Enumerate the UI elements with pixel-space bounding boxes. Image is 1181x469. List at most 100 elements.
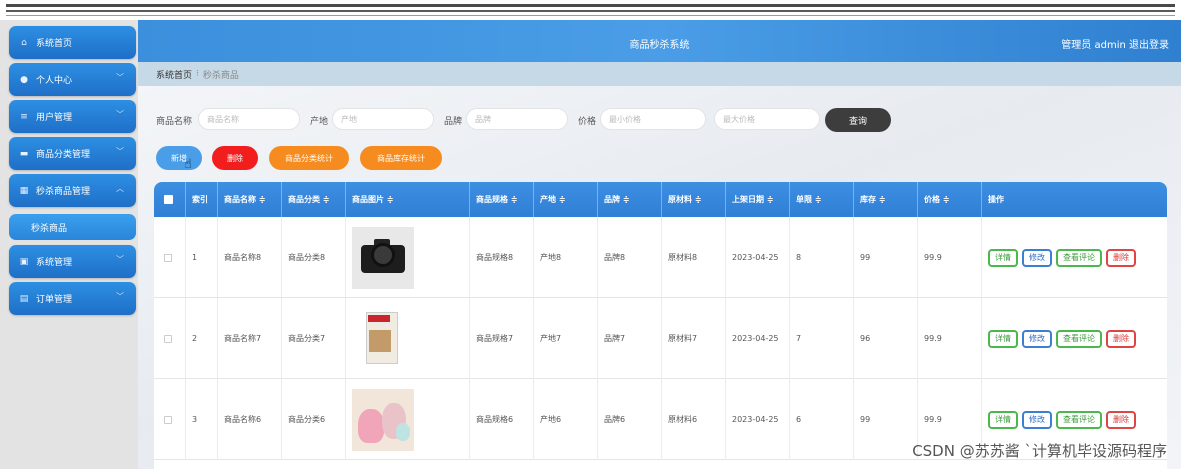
origin-search-input[interactable]: 产地: [332, 108, 434, 130]
col-date[interactable]: 上架日期 ≑: [726, 182, 790, 217]
watermark-text: CSDN @苏苏酱 `计算机毕设源码程序: [912, 442, 1167, 460]
edit-button[interactable]: 修改: [1022, 410, 1052, 429]
delete-button[interactable]: 删除: [212, 146, 258, 170]
window-frame: [0, 0, 1181, 20]
detail-button[interactable]: 详情: [988, 410, 1018, 429]
view-reviews-button[interactable]: 查看评论: [1056, 410, 1102, 429]
col-spec[interactable]: 商品规格 ≑: [470, 182, 534, 217]
min-price-input[interactable]: 最小价格: [600, 108, 706, 130]
table-row: 2 商品名称7 商品分类7 商品规格7 产地7 品牌7 原材料7 2023-04…: [154, 298, 1167, 379]
chevron-down-icon: ﹀: [116, 73, 124, 82]
query-button[interactable]: 查询: [825, 108, 891, 132]
add-button[interactable]: 新增: [156, 146, 202, 170]
col-index: 索引: [186, 182, 218, 217]
row-delete-button[interactable]: 删除: [1106, 248, 1136, 267]
detail-button[interactable]: 详情: [988, 248, 1018, 267]
cell-spec: 商品规格7: [470, 298, 534, 379]
brand-label: 品牌: [444, 117, 463, 127]
sidebar-item-user-management[interactable]: ≡ 用户管理 ﹀: [9, 100, 136, 133]
origin-label: 产地: [310, 117, 329, 127]
sidebar-item-system-management[interactable]: ▣ 系统管理 ﹀: [9, 245, 136, 278]
cell-stock: 99: [854, 379, 918, 460]
chevron-down-icon: ﹀: [116, 255, 124, 264]
cell-actions: 详情 修改 查看评论 删除: [982, 298, 1167, 379]
checkbox-icon: [164, 334, 172, 343]
col-material[interactable]: 原材料 ≑: [662, 182, 726, 217]
row-checkbox[interactable]: [154, 379, 186, 460]
edit-button[interactable]: 修改: [1022, 248, 1052, 267]
select-all-checkbox[interactable]: [154, 182, 186, 217]
sidebar-item-category-management[interactable]: ▬ 商品分类管理 ﹀: [9, 137, 136, 170]
sidebar-subitem-seckill-products[interactable]: 秒杀商品: [9, 214, 136, 240]
product-image-toys[interactable]: [352, 388, 414, 451]
edit-button[interactable]: 修改: [1022, 329, 1052, 348]
system-icon: ▣: [19, 256, 29, 267]
price-label: 价格: [578, 117, 597, 127]
cell-limit: 6: [790, 379, 854, 460]
col-stock[interactable]: 库存 ≑: [854, 182, 918, 217]
col-image[interactable]: 商品图片 ≑: [346, 182, 470, 217]
table-row: 1 商品名称8 商品分类8 商品规格8 产地8 品牌8 原材料8 2023-04…: [154, 217, 1167, 298]
grid-icon: ▦: [19, 185, 29, 196]
view-reviews-button[interactable]: 查看评论: [1056, 329, 1102, 348]
cell-brand: 品牌8: [598, 217, 662, 298]
cell-origin: 产地7: [534, 298, 598, 379]
detail-button[interactable]: 详情: [988, 329, 1018, 348]
logout-link[interactable]: 退出登录: [1129, 40, 1169, 51]
cell-date: 2023-04-25: [726, 379, 790, 460]
name-search-input[interactable]: 商品名称: [198, 108, 300, 130]
cell-category: 商品分类6: [282, 379, 346, 460]
chevron-down-icon: ﹀: [116, 147, 124, 156]
col-origin[interactable]: 产地 ≑: [534, 182, 598, 217]
col-category[interactable]: 商品分类 ≑: [282, 182, 346, 217]
list-icon: ≡: [20, 111, 28, 122]
row-delete-button[interactable]: 删除: [1106, 329, 1136, 348]
page-title: 商品秒杀系统: [629, 40, 690, 51]
breadcrumb-home[interactable]: 系统首页: [156, 68, 192, 81]
cell-origin: 产地8: [534, 217, 598, 298]
cell-brand: 品牌7: [598, 298, 662, 379]
col-limit[interactable]: 单限 ≑: [790, 182, 854, 217]
col-brand[interactable]: 品牌 ≑: [598, 182, 662, 217]
header-bar: 商品秒杀系统 管理员 admin 退出登录: [138, 20, 1181, 62]
cell-material: 原材料6: [662, 379, 726, 460]
product-image-camera[interactable]: [352, 226, 414, 289]
name-label: 商品名称: [156, 117, 193, 127]
sidebar-item-personal-center[interactable]: ● 个人中心 ﹀: [9, 63, 136, 96]
cell-date: 2023-04-25: [726, 298, 790, 379]
product-image-magazine[interactable]: [352, 307, 414, 370]
cell-category: 商品分类7: [282, 298, 346, 379]
sidebar-item-home[interactable]: ⌂ 系统首页: [9, 26, 136, 59]
cell-stock: 99: [854, 217, 918, 298]
view-reviews-button[interactable]: 查看评论: [1056, 248, 1102, 267]
col-name[interactable]: 商品名称 ≑: [218, 182, 282, 217]
cell-spec: 商品规格8: [470, 217, 534, 298]
home-icon: ⌂: [21, 37, 27, 48]
cell-index: 1: [186, 217, 218, 298]
breadcrumb: 系统首页 ⁝ 秒杀商品: [138, 62, 1181, 86]
sidebar-item-seckill-management[interactable]: ▦ 秒杀商品管理 ︿: [9, 174, 136, 207]
row-checkbox[interactable]: [154, 298, 186, 379]
header-user-area: 管理员 admin 退出登录: [1061, 36, 1169, 51]
brand-search-input[interactable]: 品牌: [466, 108, 568, 130]
row-delete-button[interactable]: 删除: [1106, 410, 1136, 429]
sidebar-item-order-management[interactable]: ▤ 订单管理 ﹀: [9, 282, 136, 315]
sidebar-item-label: 商品分类管理: [36, 150, 91, 160]
cell-image: [346, 298, 470, 379]
cell-price: 99.9: [918, 298, 982, 379]
stock-stats-button[interactable]: 商品库存统计: [360, 146, 442, 170]
col-price[interactable]: 价格 ≑: [918, 182, 982, 217]
sidebar-subitem-label: 秒杀商品: [31, 223, 68, 234]
cell-price: 99.9: [918, 217, 982, 298]
cell-spec: 商品规格6: [470, 379, 534, 460]
cell-date: 2023-04-25: [726, 217, 790, 298]
cell-brand: 品牌6: [598, 379, 662, 460]
sidebar-item-label: 订单管理: [36, 295, 73, 305]
category-stats-button[interactable]: 商品分类统计: [269, 146, 349, 170]
cell-category: 商品分类8: [282, 217, 346, 298]
product-table: 索引 商品名称 ≑ 商品分类 ≑ 商品图片 ≑ 商品规格 ≑ 产地 ≑ 品牌 ≑…: [154, 182, 1167, 469]
sidebar-item-label: 用户管理: [36, 113, 73, 123]
row-checkbox[interactable]: [154, 217, 186, 298]
breadcrumb-separator: ⁝: [196, 69, 199, 79]
max-price-input[interactable]: 最大价格: [714, 108, 820, 130]
